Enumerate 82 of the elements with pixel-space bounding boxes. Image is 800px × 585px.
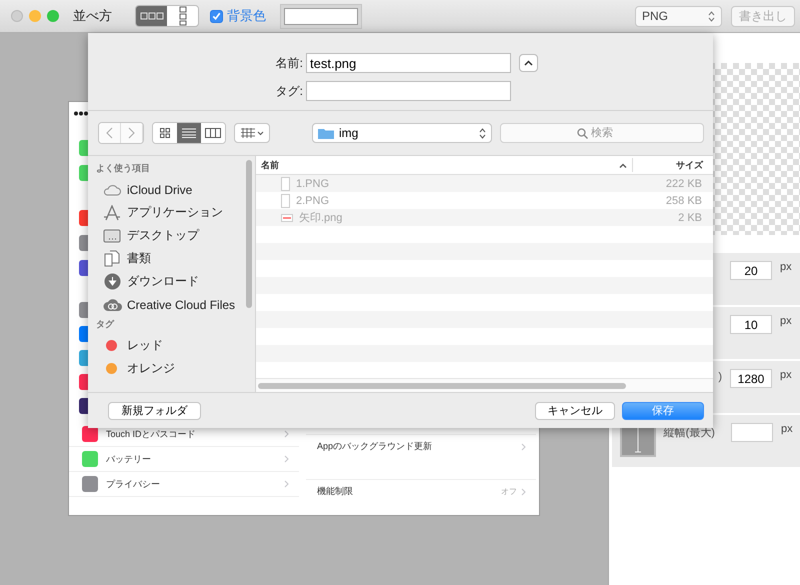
column-header[interactable]: サイズ bbox=[633, 156, 713, 174]
horizontal-layout-icon bbox=[140, 12, 164, 20]
unit-label: px bbox=[780, 261, 793, 273]
expand-button[interactable] bbox=[519, 54, 538, 72]
back-button[interactable] bbox=[99, 123, 121, 143]
unit-label: px bbox=[780, 369, 793, 381]
caret-down-icon bbox=[256, 130, 264, 136]
back-chevron-icon bbox=[106, 127, 113, 139]
search-field[interactable]: 検索 bbox=[500, 123, 704, 143]
arrange-button[interactable] bbox=[234, 123, 270, 143]
row-label: バッテリー bbox=[106, 452, 152, 466]
column-view-icon bbox=[205, 128, 221, 138]
name-label: 名前: bbox=[274, 54, 304, 72]
chevron-icon bbox=[284, 430, 289, 438]
tags-label: タグ: bbox=[274, 82, 304, 100]
color-well[interactable] bbox=[280, 4, 362, 28]
search-input[interactable]: 検索 bbox=[591, 127, 627, 139]
forward-chevron-icon bbox=[128, 127, 135, 139]
close-button[interactable] bbox=[11, 10, 23, 22]
row-label: プライバシー bbox=[106, 478, 161, 490]
sidebar-heading: よく使う項目 bbox=[96, 162, 151, 175]
grid-icon bbox=[240, 128, 254, 138]
documents-icon bbox=[104, 250, 120, 267]
sidebar-item[interactable]: 書類 bbox=[88, 247, 255, 270]
document-icon bbox=[281, 176, 290, 190]
row-value: オフ bbox=[501, 486, 517, 497]
document-icon bbox=[281, 194, 290, 208]
scrollbar[interactable] bbox=[246, 160, 252, 308]
apps-icon bbox=[103, 204, 121, 220]
forward-button[interactable] bbox=[121, 123, 143, 143]
checkbox-label: 背景色 bbox=[227, 7, 266, 25]
view-mode-button[interactable] bbox=[177, 123, 201, 143]
unit-label: px bbox=[780, 423, 794, 435]
sidebar-heading: タグ bbox=[96, 318, 116, 331]
download-icon bbox=[104, 273, 120, 290]
settings-row[interactable]: バッテリー bbox=[69, 447, 299, 472]
row-label: Appのバックグラウンド更新 bbox=[317, 440, 434, 453]
window-title: 並べ方 bbox=[73, 7, 113, 25]
sidebar-item[interactable]: レッド bbox=[88, 334, 255, 357]
sidebar-item[interactable]: ダウンロード bbox=[88, 270, 255, 293]
chevron-icon bbox=[521, 442, 526, 450]
unit-label: px bbox=[780, 315, 793, 327]
zoom-button[interactable] bbox=[47, 10, 59, 22]
sidebar-item[interactable]: Creative Cloud Files bbox=[88, 293, 255, 316]
location-popup[interactable]: img bbox=[312, 123, 492, 143]
format-popup[interactable]: PNG bbox=[635, 6, 722, 26]
scrollbar[interactable] bbox=[258, 382, 626, 388]
new-folder-button[interactable]: 新規フォルダ bbox=[108, 402, 201, 420]
updown-arrows-icon bbox=[479, 128, 486, 138]
chevron-icon bbox=[284, 455, 289, 463]
setting-label: ) bbox=[718, 371, 722, 383]
updown-arrows-icon bbox=[708, 10, 715, 22]
checkbox[interactable] bbox=[210, 10, 223, 22]
number-field[interactable]: 1280 bbox=[730, 369, 772, 388]
settings-row[interactable]: プライバシー bbox=[69, 472, 299, 497]
grid-view-icon bbox=[160, 128, 170, 138]
layout-segment[interactable] bbox=[136, 6, 167, 26]
caret-up-icon bbox=[524, 60, 533, 66]
sidebar-item[interactable]: アプリケーション bbox=[88, 201, 255, 224]
number-field[interactable]: 10 bbox=[730, 315, 772, 334]
name-field[interactable]: test.png bbox=[306, 53, 511, 73]
folder-icon bbox=[318, 127, 334, 139]
tags-field[interactable] bbox=[306, 81, 511, 101]
layout-segment[interactable] bbox=[167, 6, 198, 26]
cloud-icon bbox=[103, 184, 121, 196]
search-icon bbox=[577, 128, 588, 138]
desktop-icon bbox=[103, 228, 121, 242]
cancel-button[interactable]: キャンセル bbox=[535, 402, 615, 420]
column-header[interactable]: 名前 bbox=[256, 158, 633, 172]
row-label: Touch IDとパスコード bbox=[106, 428, 197, 440]
list-view-icon bbox=[182, 128, 196, 138]
chevron-icon bbox=[284, 480, 289, 488]
sidebar-item[interactable]: デスクトップ bbox=[88, 224, 255, 247]
creative-cloud-icon bbox=[102, 298, 122, 312]
number-field[interactable]: 20 bbox=[730, 261, 772, 280]
arrow-image-icon bbox=[281, 214, 293, 222]
sidebar-item[interactable]: iCloud Drive bbox=[88, 178, 255, 201]
chevron-icon bbox=[521, 488, 526, 496]
vertical-layout-icon bbox=[178, 6, 186, 26]
row-label: 機能制限 bbox=[317, 485, 354, 498]
number-field[interactable] bbox=[730, 423, 773, 442]
sidebar-item[interactable]: オレンジ bbox=[88, 357, 255, 380]
